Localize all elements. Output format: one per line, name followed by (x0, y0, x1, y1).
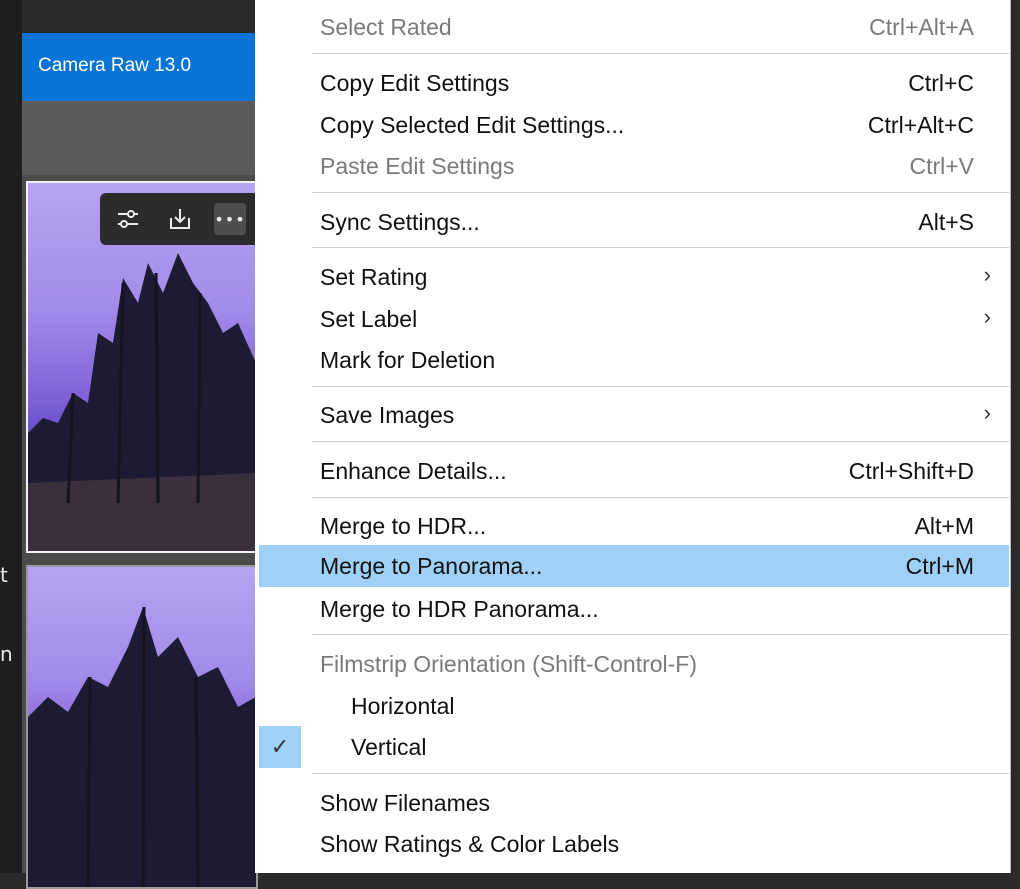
menu-item-horizontal[interactable]: Horizontal (259, 685, 1009, 725)
tree-silhouette (28, 606, 256, 887)
menu-item-mark-for-deletion[interactable]: Mark for Deletion (259, 339, 1009, 379)
submenu-chevron-icon: › (983, 262, 991, 287)
submenu-chevron-icon: › (983, 304, 991, 329)
menu-item-paste-edit-settings[interactable]: Paste Edit Settings Ctrl+V (259, 145, 1009, 185)
menu-separator (312, 247, 1009, 248)
filmstrip (22, 175, 258, 889)
right-edge (1010, 0, 1020, 873)
more-options-icon[interactable]: ••• (214, 203, 246, 235)
menu-item-copy-selected-edit-settings[interactable]: Copy Selected Edit Settings... Ctrl+Alt+… (259, 104, 1009, 144)
menu-item-show-ratings-color-labels[interactable]: Show Ratings & Color Labels (259, 823, 1009, 863)
left-edge-panel: t n (0, 0, 22, 873)
window-title-bar: Camera Raw 13.0 (22, 33, 258, 101)
save-icon[interactable] (164, 203, 196, 235)
menu-item-sync-settings[interactable]: Sync Settings... Alt+S (259, 201, 1009, 241)
edge-text-fragment: n (0, 642, 13, 666)
submenu-chevron-icon: › (983, 400, 991, 425)
menu-item-enhance-details[interactable]: Enhance Details... Ctrl+Shift+D (259, 450, 1009, 490)
context-menu: Select Rated Ctrl+Alt+A Copy Edit Settin… (255, 0, 1011, 873)
menu-separator (312, 773, 1009, 774)
menu-separator (312, 441, 1009, 442)
menu-item-merge-to-panorama[interactable]: Merge to Panorama... Ctrl+M (259, 545, 1009, 587)
header-toolbar (22, 101, 258, 175)
menu-item-set-rating[interactable]: Set Rating › (259, 256, 1009, 296)
menu-item-filmstrip-orientation: Filmstrip Orientation (Shift-Control-F) (320, 651, 698, 677)
menu-item-show-filenames[interactable]: Show Filenames (259, 782, 1009, 822)
menu-separator (312, 634, 1009, 635)
menu-item-set-label[interactable]: Set Label › (259, 298, 1009, 338)
menu-item-save-images[interactable]: Save Images › (259, 394, 1009, 434)
sliders-icon[interactable] (112, 203, 144, 235)
menu-item-select-rated[interactable]: Select Rated Ctrl+Alt+A (259, 6, 1009, 46)
menu-separator (312, 192, 1009, 193)
menu-item-merge-to-hdr[interactable]: Merge to HDR... Alt+M (259, 505, 1009, 545)
menu-item-copy-edit-settings[interactable]: Copy Edit Settings Ctrl+C (259, 62, 1009, 102)
edge-text-fragment: t (0, 563, 8, 587)
menu-separator (312, 497, 1009, 498)
menu-item-merge-to-hdr-panorama[interactable]: Merge to HDR Panorama... (259, 588, 1009, 628)
filmstrip-thumbnail[interactable] (26, 565, 258, 889)
menu-separator (312, 386, 1009, 387)
thumbnail-toolbar: ••• (100, 193, 260, 245)
menu-separator (312, 53, 1009, 54)
window-title: Camera Raw 13.0 (38, 55, 192, 76)
menu-item-vertical[interactable]: Vertical (259, 726, 1009, 766)
